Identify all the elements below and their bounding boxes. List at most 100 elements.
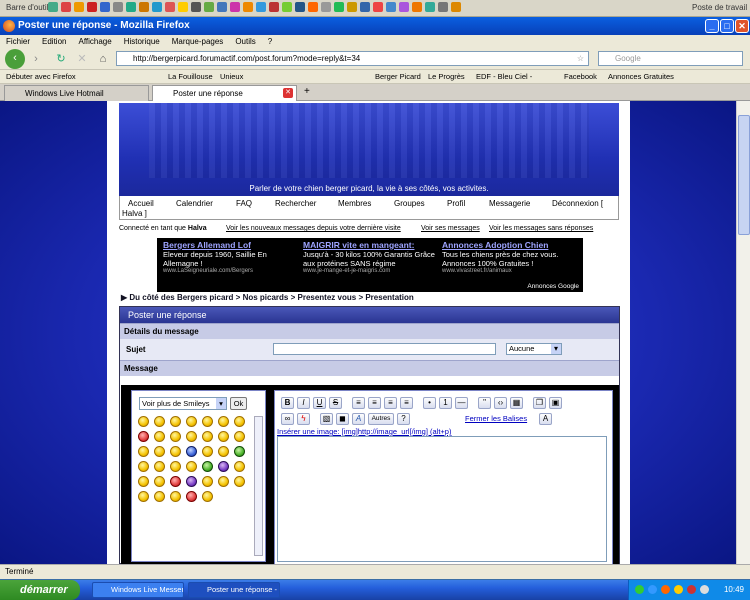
bold-button[interactable]: B	[281, 397, 294, 409]
tray-icon[interactable]	[687, 585, 696, 594]
home-button[interactable]: ⌂	[94, 50, 112, 68]
bookmark-star-icon[interactable]: ☆	[577, 52, 584, 65]
close-button[interactable]: ✕	[735, 19, 749, 33]
menu-item-fichier[interactable]: Fichier	[6, 35, 30, 48]
align-justify-icon[interactable]: ≡	[400, 397, 413, 409]
smiley-icon[interactable]	[170, 461, 181, 472]
bookmark-item[interactable]: EDF - Bleu Ciel -	[476, 72, 532, 81]
smiley-icon[interactable]	[138, 431, 149, 442]
app-icon[interactable]	[451, 2, 461, 12]
bookmark-item[interactable]: Unieux	[220, 72, 243, 81]
menu-item-historique[interactable]: Historique	[124, 35, 160, 48]
numbered-list-icon[interactable]: 1	[439, 397, 452, 409]
app-icon[interactable]	[191, 2, 201, 12]
image-icon[interactable]: ▧	[320, 413, 333, 425]
font-icon[interactable]: A	[352, 413, 365, 425]
taskbar-task[interactable]: Poster une réponse - ...	[188, 582, 280, 598]
search-input[interactable]: Google	[598, 51, 743, 66]
bookmark-item[interactable]: Annonces Gratuites	[608, 72, 674, 81]
subject-type-select[interactable]: Aucune	[506, 343, 562, 355]
underline-button[interactable]: U	[313, 397, 326, 409]
nav-profil[interactable]: Profil	[447, 199, 465, 208]
autres-button[interactable]: Autres	[368, 413, 394, 425]
smiley-icon[interactable]	[154, 446, 165, 457]
smiley-icon[interactable]	[186, 446, 197, 457]
nav-membres[interactable]: Membres	[338, 199, 371, 208]
tray-icon[interactable]	[635, 585, 644, 594]
app-icon[interactable]	[373, 2, 383, 12]
ad-title[interactable]: Annonces Adoption Chien	[442, 240, 580, 250]
smiley-icon[interactable]	[186, 476, 197, 487]
align-center-icon[interactable]: ≡	[368, 397, 381, 409]
link-my-messages[interactable]: Voir ses messages	[421, 225, 480, 232]
smiley-icon[interactable]	[218, 431, 229, 442]
color-icon[interactable]: ◼	[336, 413, 349, 425]
app-icon[interactable]	[178, 2, 188, 12]
breadcrumb-item[interactable]: Presentation	[365, 293, 413, 302]
app-icon[interactable]	[282, 2, 292, 12]
quote-icon[interactable]: "	[478, 397, 491, 409]
scrollbar-thumb[interactable]	[738, 115, 750, 235]
smiley-icon[interactable]	[154, 491, 165, 502]
align-right-icon[interactable]: ≡	[384, 397, 397, 409]
smiley-icon[interactable]	[234, 431, 245, 442]
smiley-icon[interactable]	[138, 446, 149, 457]
smiley-icon[interactable]	[138, 491, 149, 502]
smiley-icon[interactable]	[234, 416, 245, 427]
smiley-icon[interactable]	[154, 416, 165, 427]
subject-input[interactable]	[273, 343, 496, 355]
bookmark-item[interactable]: Facebook	[564, 72, 597, 81]
app-icon[interactable]	[334, 2, 344, 12]
app-icon[interactable]	[74, 2, 84, 12]
ad-title[interactable]: MAIGRIR vite en mangeant:	[303, 240, 441, 250]
app-icon[interactable]	[269, 2, 279, 12]
smiley-icon[interactable]	[202, 491, 213, 502]
window-titlebar[interactable]: Poster une réponse - Mozilla Firefox _ □…	[0, 17, 750, 35]
menu-item-outils[interactable]: Outils	[235, 35, 255, 48]
smiley-icon[interactable]	[218, 446, 229, 457]
app-icon[interactable]	[412, 2, 422, 12]
menu-item-marque-pages[interactable]: Marque-pages	[172, 35, 224, 48]
bookmark-item[interactable]: Berger Picard	[375, 72, 421, 81]
tab-close-icon[interactable]: ✕	[283, 88, 293, 98]
app-icon[interactable]	[126, 2, 136, 12]
nav-messagerie[interactable]: Messagerie	[489, 199, 530, 208]
smiley-icon[interactable]	[234, 461, 245, 472]
smiley-icon[interactable]	[202, 416, 213, 427]
nav-groupes[interactable]: Groupes	[394, 199, 425, 208]
smiley-icon[interactable]	[202, 431, 213, 442]
app-icon[interactable]	[48, 2, 58, 12]
smiley-icon[interactable]	[138, 476, 149, 487]
app-icon[interactable]	[100, 2, 110, 12]
tray-icon[interactable]	[648, 585, 657, 594]
link-unanswered[interactable]: Voir les messages sans réponses	[489, 225, 593, 232]
smiley-icon[interactable]	[170, 431, 181, 442]
app-icon[interactable]	[152, 2, 162, 12]
tray-icon[interactable]	[674, 585, 683, 594]
smiley-icon[interactable]	[170, 446, 181, 457]
app-icon[interactable]	[113, 2, 123, 12]
smiley-icon[interactable]	[170, 416, 181, 427]
page-scrollbar[interactable]	[736, 101, 750, 564]
font-size-icon[interactable]: A	[539, 413, 552, 425]
menu-item-edition[interactable]: Edition	[42, 35, 66, 48]
tray-icon[interactable]	[661, 585, 670, 594]
smiley-scrollbar[interactable]	[254, 416, 263, 556]
breadcrumb-item[interactable]: Du côté des Bergers picard	[129, 293, 233, 302]
link-new-messages[interactable]: Voir les nouveaux messages depuis votre …	[226, 225, 401, 232]
smiley-icon[interactable]	[138, 416, 149, 427]
app-icon[interactable]	[87, 2, 97, 12]
menu-item-affichage[interactable]: Affichage	[78, 35, 111, 48]
smiley-select[interactable]: Voir plus de Smileys	[139, 397, 227, 410]
strike-button[interactable]: S	[329, 397, 342, 409]
app-icon[interactable]	[204, 2, 214, 12]
smiley-icon[interactable]	[218, 416, 229, 427]
nav-rechercher[interactable]: Rechercher	[275, 199, 316, 208]
smiley-icon[interactable]	[186, 491, 197, 502]
app-icon[interactable]	[360, 2, 370, 12]
table-icon[interactable]: ▦	[510, 397, 523, 409]
align-left-icon[interactable]: ≡	[352, 397, 365, 409]
maximize-button[interactable]: □	[720, 19, 734, 33]
app-icon[interactable]	[347, 2, 357, 12]
italic-button[interactable]: I	[297, 397, 310, 409]
